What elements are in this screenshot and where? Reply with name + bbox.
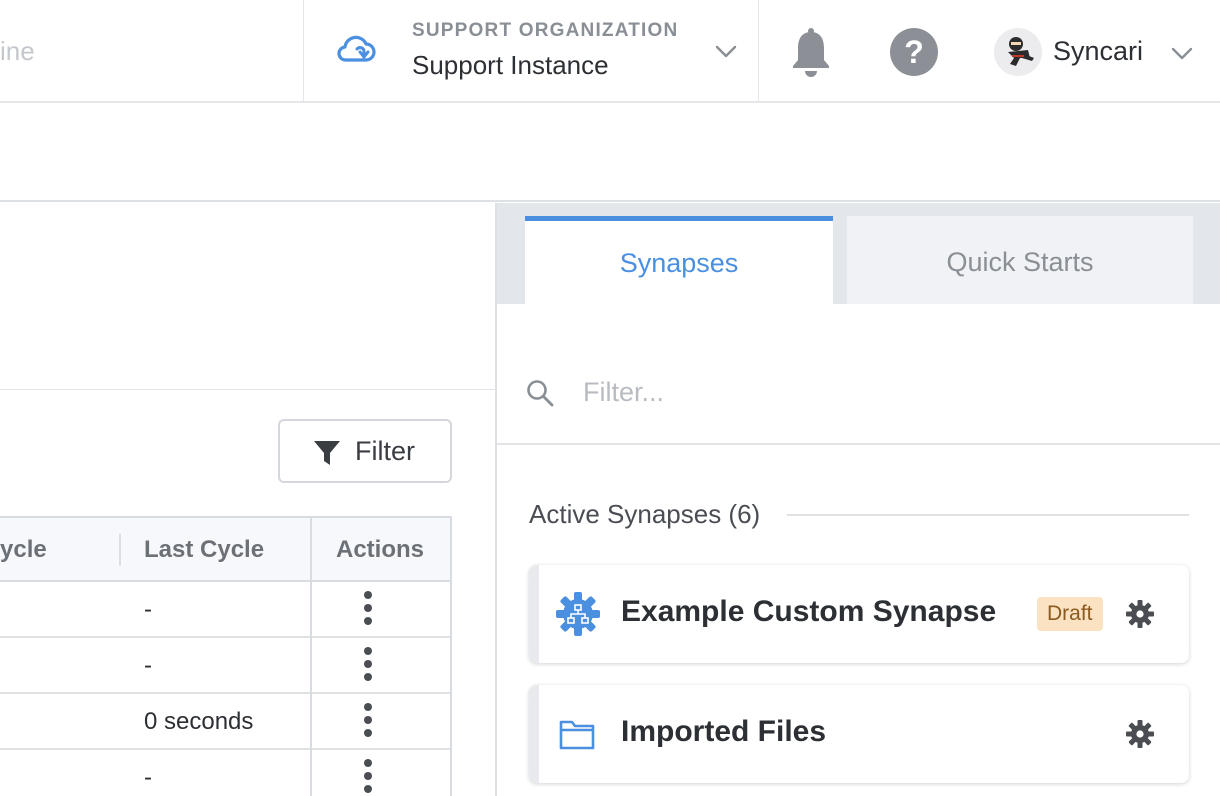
more-actions-icon[interactable] (358, 588, 378, 632)
table-row[interactable]: 0 seconds (0, 694, 452, 750)
user-name: Syncari (1053, 36, 1144, 66)
divider (787, 514, 1189, 516)
tab-quick-starts[interactable]: Quick Starts (847, 216, 1193, 304)
table-row[interactable]: - (0, 750, 452, 796)
synapse-card[interactable]: Example Custom Synapse Draft (529, 565, 1189, 663)
top-bar: ine SUPPORT ORGANIZATION Support Instanc… (0, 0, 1220, 103)
custom-synapse-gear-icon (556, 592, 600, 636)
table-header: ycle Last Cycle Actions (0, 518, 452, 582)
help-icon[interactable]: ? (890, 28, 938, 76)
section-title: Active Synapses (6) (529, 499, 761, 529)
last-cycle-cell: - (144, 596, 152, 623)
chevron-down-icon (715, 45, 737, 58)
more-actions-icon[interactable] (358, 756, 378, 796)
synapse-title: Example Custom Synapse (621, 595, 997, 628)
gear-icon[interactable] (1125, 599, 1155, 629)
synapse-card[interactable]: Imported Files (529, 685, 1189, 783)
last-cycle-cell: - (144, 652, 152, 679)
column-divider (310, 518, 312, 796)
table-border (450, 518, 452, 796)
bell-icon[interactable] (790, 26, 832, 78)
synapse-filter (497, 304, 1220, 445)
filter-label: Filter (355, 436, 415, 466)
app-window: ine SUPPORT ORGANIZATION Support Instanc… (0, 0, 1220, 796)
column-divider (119, 534, 121, 566)
organization-switcher[interactable]: SUPPORT ORGANIZATION Support Instance (304, 0, 758, 102)
more-actions-icon[interactable] (358, 700, 378, 744)
org-label: SUPPORT ORGANIZATION (412, 20, 679, 41)
table-row[interactable]: - (0, 582, 452, 638)
user-menu[interactable]: Syncari (994, 26, 1204, 78)
status-badge: Draft (1037, 597, 1103, 631)
avatar (994, 28, 1042, 76)
chevron-down-icon (1171, 47, 1193, 60)
synapse-sidebar: Synapses Quick Starts Active Synapses (6… (495, 203, 1220, 796)
divider (0, 389, 495, 390)
more-actions-icon[interactable] (358, 644, 378, 688)
last-cycle-cell: 0 seconds (144, 708, 254, 735)
synapse-table: ycle Last Cycle Actions - - 0 seconds - (0, 516, 452, 796)
divider (758, 0, 759, 102)
funnel-icon (314, 441, 340, 465)
gear-icon[interactable] (1125, 719, 1155, 749)
synapse-filter-input[interactable] (583, 370, 1183, 414)
filter-button[interactable]: Filter (278, 419, 452, 483)
sub-header (0, 104, 1220, 202)
tab-bar: Synapses Quick Starts (497, 203, 1220, 304)
table-row[interactable]: - (0, 638, 452, 694)
column-header-actions: Actions (336, 536, 425, 563)
global-search-text[interactable]: ine (0, 36, 35, 67)
folder-icon (559, 720, 595, 750)
search-icon (527, 380, 554, 407)
synapse-list-panel: Filter ycle Last Cycle Actions - - 0 sec… (0, 203, 495, 796)
ninja-avatar-icon (994, 28, 1042, 76)
last-cycle-cell: - (144, 764, 152, 791)
synapse-title: Imported Files (621, 715, 827, 748)
cloud-sync-icon (337, 35, 376, 62)
column-header-last-cycle[interactable]: Last Cycle (144, 536, 264, 564)
column-header-cycle[interactable]: ycle (0, 536, 47, 564)
tab-synapses[interactable]: Synapses (525, 216, 833, 304)
org-name: Support Instance (412, 50, 609, 80)
